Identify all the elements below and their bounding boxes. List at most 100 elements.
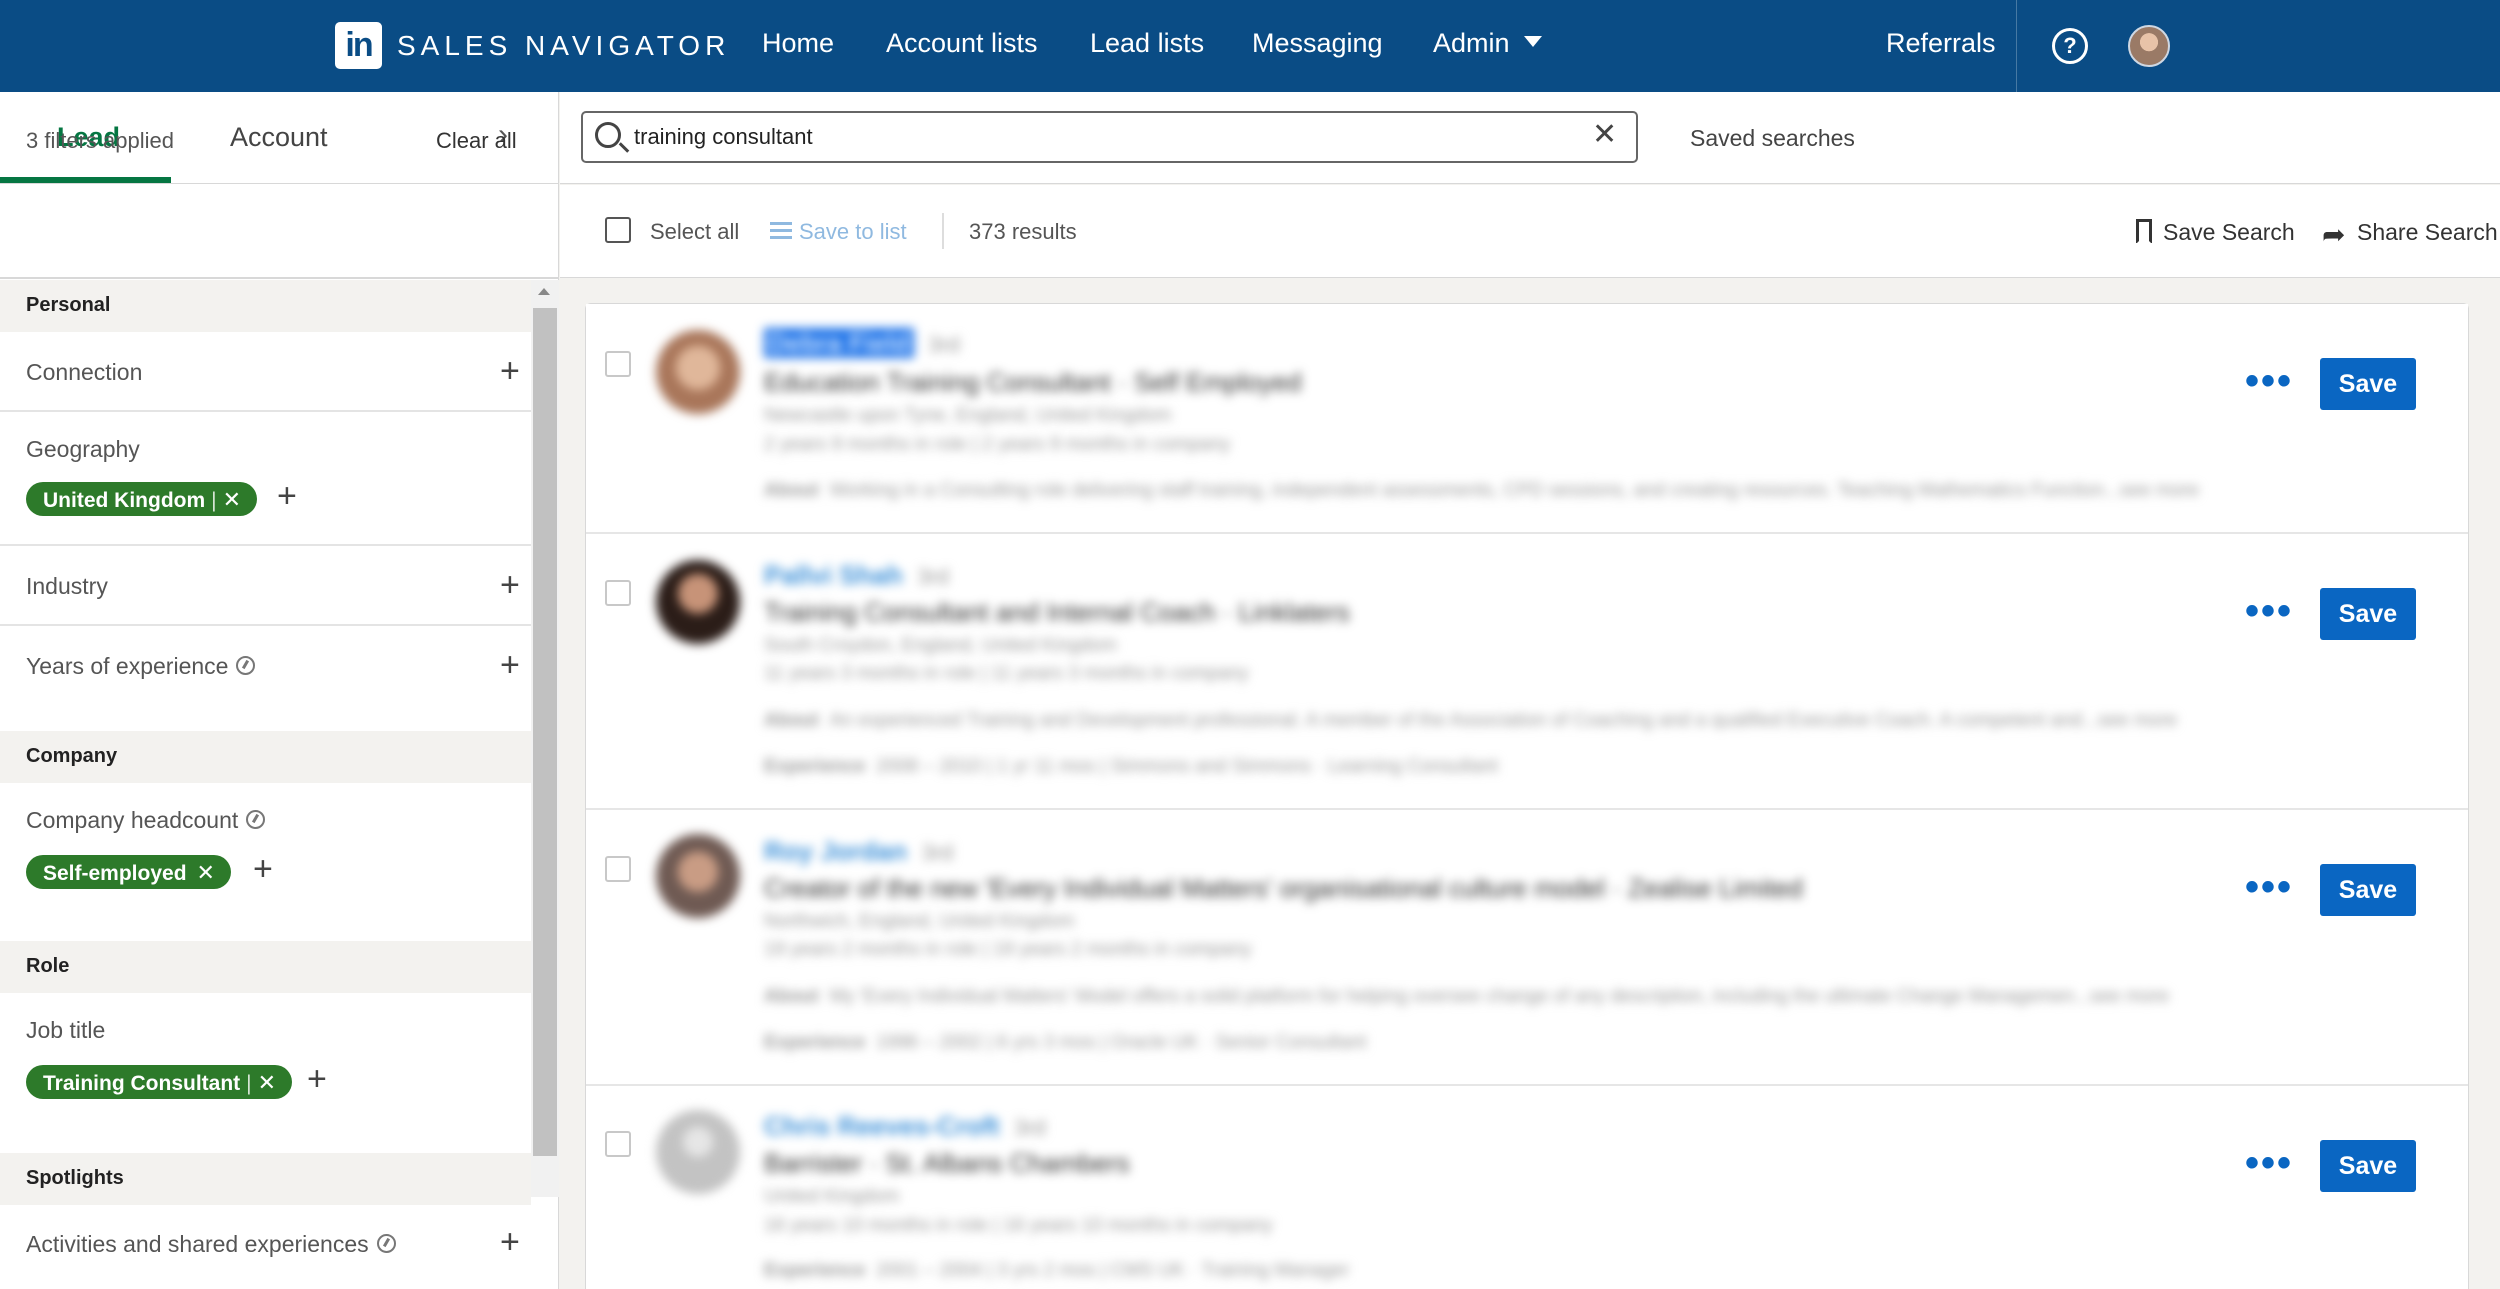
nav-messaging[interactable]: Messaging bbox=[1252, 28, 1383, 59]
about-label: About bbox=[764, 986, 819, 1007]
lead-name[interactable]: Roy Jordan bbox=[764, 836, 907, 866]
caret-down-icon bbox=[1523, 36, 1542, 48]
experience-text: 2001 – 2004 | 3 yrs 2 mos | CMS UK · Tra… bbox=[875, 1260, 1350, 1281]
lead-name-line: Roy Jordan 3rd bbox=[764, 836, 953, 867]
save-lead-button[interactable]: Save bbox=[2320, 358, 2416, 410]
saved-searches-link[interactable]: Saved searches bbox=[1690, 125, 1855, 152]
compass-icon bbox=[246, 810, 266, 830]
filter-activities-shared-experiences[interactable]: Activities and shared experiences + bbox=[0, 1205, 531, 1289]
about-label: About bbox=[764, 480, 819, 501]
help-icon[interactable]: ? bbox=[2052, 28, 2088, 64]
nav-account-lists[interactable]: Account lists bbox=[886, 28, 1038, 59]
job-title-pill[interactable]: Training Consultant | ✕ bbox=[26, 1065, 293, 1099]
share-search-button[interactable]: Share Search bbox=[2357, 219, 2498, 246]
filter-label-text: Years of experience bbox=[26, 653, 229, 679]
section-spotlights: Spotlights bbox=[0, 1153, 531, 1205]
pill-label: Self-employed bbox=[43, 862, 187, 885]
filter-years-of-experience[interactable]: Years of experience + bbox=[0, 626, 531, 730]
more-options-icon[interactable]: ••• bbox=[2245, 867, 2293, 907]
filter-label: Years of experience bbox=[26, 653, 256, 680]
filter-company-headcount: Company headcount Self-employed ✕ + bbox=[0, 783, 531, 940]
lead-location: United Kingdom bbox=[764, 1186, 900, 1207]
nav-lead-lists[interactable]: Lead lists bbox=[1090, 28, 1204, 59]
experience-text: 2008 – 2010 | 1 yr 11 mos | Simmons and … bbox=[875, 756, 1499, 777]
close-icon[interactable]: ✕ bbox=[223, 487, 241, 512]
nav-admin[interactable]: Admin bbox=[1433, 28, 1542, 59]
add-icon[interactable]: + bbox=[500, 354, 520, 388]
nav-referrals[interactable]: Referrals bbox=[1886, 28, 1996, 59]
lead-checkbox[interactable] bbox=[605, 856, 631, 882]
add-icon[interactable]: + bbox=[500, 1225, 520, 1259]
add-icon[interactable]: + bbox=[253, 852, 273, 886]
close-icon[interactable]: ✕ bbox=[258, 1070, 276, 1095]
lead-photo[interactable] bbox=[656, 330, 740, 414]
nav-home[interactable]: Home bbox=[762, 28, 834, 59]
experience-text: 1996 – 2002 | 6 yrs 3 mos | Oracle UK · … bbox=[875, 1032, 1367, 1053]
more-options-icon[interactable]: ••• bbox=[2245, 591, 2293, 631]
filter-label-text: Activities and shared experiences bbox=[26, 1231, 369, 1257]
add-icon[interactable]: + bbox=[307, 1062, 327, 1096]
top-navigation-bar: in SALES NAVIGATOR Home Account lists Le… bbox=[0, 0, 2500, 92]
lead-photo[interactable] bbox=[656, 834, 740, 918]
experience-label: Experience bbox=[764, 1260, 866, 1281]
scrollbar-thumb[interactable] bbox=[533, 308, 557, 1156]
compass-icon bbox=[236, 656, 256, 676]
lead-tenure: 16 years 10 months in role | 16 years 10… bbox=[764, 1215, 1273, 1236]
clear-search-icon[interactable]: ✕ bbox=[1592, 117, 1617, 152]
search-icon bbox=[595, 122, 621, 148]
share-icon[interactable]: ➦ bbox=[2322, 218, 2345, 251]
save-lead-button[interactable]: Save bbox=[2320, 1140, 2416, 1192]
lead-name-line: Pallvi Shah 3rd bbox=[764, 560, 949, 591]
select-all-label[interactable]: Select all bbox=[650, 219, 739, 245]
lead-name[interactable]: Pallvi Shah bbox=[764, 560, 903, 590]
add-icon[interactable]: + bbox=[500, 568, 520, 602]
pill-label: United Kingdom bbox=[43, 489, 206, 512]
bookmark-icon[interactable] bbox=[2136, 219, 2152, 244]
pill-label: Training Consultant bbox=[43, 1072, 241, 1095]
compass-icon bbox=[376, 1234, 396, 1254]
lead-degree: 3rd bbox=[917, 564, 949, 589]
lead-about: About Working in a Consulting role deliv… bbox=[764, 480, 2199, 502]
sales-navigator-logo[interactable]: in SALES NAVIGATOR bbox=[335, 22, 730, 69]
filter-label: Connection bbox=[26, 359, 143, 385]
search-input[interactable] bbox=[634, 120, 1574, 154]
lead-experience: Experience 1996 – 2002 | 6 yrs 3 mos | O… bbox=[764, 1032, 1366, 1054]
geography-pill[interactable]: United Kingdom | ✕ bbox=[26, 482, 258, 516]
lead-checkbox[interactable] bbox=[605, 1131, 631, 1157]
clear-all-button[interactable]: Clear all bbox=[436, 128, 517, 154]
divider bbox=[0, 277, 559, 279]
save-lead-button[interactable]: Save bbox=[2320, 864, 2416, 916]
close-icon[interactable]: ✕ bbox=[197, 860, 215, 885]
list-icon bbox=[770, 222, 792, 240]
add-icon[interactable]: + bbox=[500, 648, 520, 682]
lead-checkbox[interactable] bbox=[605, 580, 631, 606]
experience-label: Experience bbox=[764, 1032, 866, 1053]
save-to-list-button[interactable]: Save to list bbox=[799, 219, 907, 245]
lead-name[interactable]: Chris Reeves-Croft bbox=[764, 1111, 1000, 1141]
nav-admin-label: Admin bbox=[1433, 28, 1510, 58]
more-options-icon[interactable]: ••• bbox=[2245, 361, 2293, 401]
lead-location: South Croydon, England, United Kingdom bbox=[764, 635, 1117, 656]
lead-photo[interactable] bbox=[656, 560, 740, 644]
lead-name[interactable]: Debra Field bbox=[764, 328, 914, 358]
save-search-button[interactable]: Save Search bbox=[2163, 219, 2295, 246]
tab-account[interactable]: Account bbox=[230, 122, 328, 153]
lead-checkbox[interactable] bbox=[605, 351, 631, 377]
more-options-icon[interactable]: ••• bbox=[2245, 1143, 2293, 1183]
add-icon[interactable]: + bbox=[277, 479, 297, 513]
save-lead-button[interactable]: Save bbox=[2320, 588, 2416, 640]
lead-experience: Experience 2008 – 2010 | 1 yr 11 mos | S… bbox=[764, 756, 1498, 778]
select-all-checkbox[interactable] bbox=[605, 217, 631, 243]
lead-title: Barrister · St. Albans Chambers bbox=[764, 1148, 1130, 1178]
headcount-pill[interactable]: Self-employed ✕ bbox=[26, 855, 231, 889]
lead-photo-placeholder[interactable] bbox=[656, 1110, 740, 1194]
filter-label: Industry bbox=[26, 573, 108, 599]
user-avatar[interactable] bbox=[2128, 25, 2170, 67]
filter-connection[interactable]: Connection + bbox=[0, 332, 531, 412]
filter-industry[interactable]: Industry + bbox=[0, 546, 531, 626]
experience-label: Experience bbox=[764, 756, 866, 777]
results-count: 373 results bbox=[969, 219, 1077, 244]
scroll-up-arrow-icon[interactable] bbox=[538, 288, 550, 295]
about-text: Working in a Consulting role delivering … bbox=[829, 480, 2200, 501]
logo-text: SALES NAVIGATOR bbox=[397, 29, 731, 61]
